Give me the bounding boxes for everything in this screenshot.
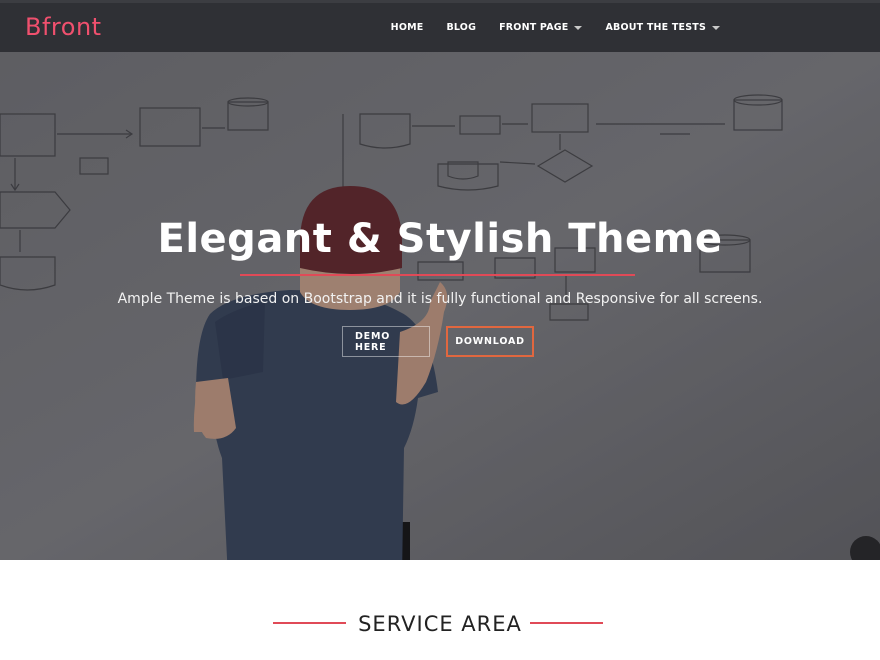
site-header: Bfront HOME BLOG FRONT PAGE ABOUT THE TE… xyxy=(0,0,880,52)
demo-here-button[interactable]: DEMO HERE xyxy=(342,326,430,357)
chevron-down-icon xyxy=(712,25,720,30)
section-divider-right xyxy=(530,622,603,624)
nav-about-the-tests[interactable]: ABOUT THE TESTS xyxy=(605,22,720,33)
nav-home-label: HOME xyxy=(390,22,424,33)
nav-blog-label: BLOG xyxy=(446,22,477,33)
download-button[interactable]: DOWNLOAD xyxy=(446,326,534,357)
nav-about-the-tests-label: ABOUT THE TESTS xyxy=(605,22,706,33)
service-area-section: SERVICE AREA xyxy=(0,560,880,660)
hero-title-underline xyxy=(240,274,635,276)
chevron-down-icon xyxy=(574,25,583,30)
hero-banner: Elegant & Stylish Theme Ample Theme is b… xyxy=(0,52,880,560)
section-title: SERVICE AREA xyxy=(358,612,522,636)
hero-subtitle: Ample Theme is based on Bootstrap and it… xyxy=(117,291,763,307)
main-nav: HOME BLOG FRONT PAGE ABOUT THE TESTS xyxy=(391,3,880,52)
nav-front-page[interactable]: FRONT PAGE xyxy=(499,22,583,33)
site-logo[interactable]: Bfront xyxy=(25,13,102,41)
hero-title: Elegant & Stylish Theme xyxy=(157,216,723,262)
nav-front-page-label: FRONT PAGE xyxy=(499,22,569,33)
nav-home[interactable]: HOME xyxy=(391,22,424,33)
nav-blog[interactable]: BLOG xyxy=(446,22,476,33)
